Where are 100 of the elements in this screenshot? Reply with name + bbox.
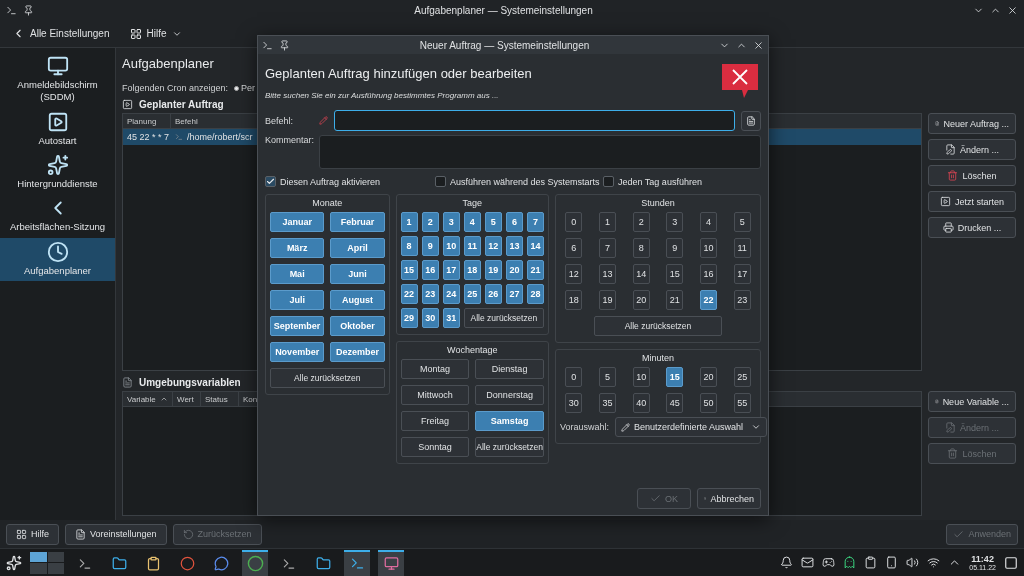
toggle-button[interactable]: 22 [700, 290, 717, 310]
toggle-button[interactable]: 4 [700, 212, 717, 232]
toggle-button[interactable]: 7 [599, 238, 616, 258]
close-icon[interactable] [753, 39, 764, 51]
help-menu-button[interactable]: Hilfe [127, 25, 184, 42]
toggle-button[interactable]: 25 [463, 284, 481, 304]
toggle-button[interactable]: 12 [565, 264, 583, 284]
volume-icon[interactable] [906, 556, 920, 569]
toggle-button[interactable]: Mittwoch [400, 385, 470, 405]
toggle-button[interactable]: 4 [463, 212, 481, 232]
toggle-button[interactable]: 14 [632, 264, 650, 284]
toggle-button[interactable]: 13 [599, 264, 616, 284]
reset-button[interactable]: Alle zurücksetzen [475, 437, 544, 457]
action-button[interactable]: Neue Variable ... [928, 391, 1016, 412]
sidebar-item[interactable]: Anmeldebildschirm (SDDM) [0, 52, 115, 108]
toggle-button[interactable]: 5 [484, 212, 502, 232]
toggle-button[interactable]: 25 [733, 367, 751, 387]
toggle-button[interactable]: 20 [700, 367, 717, 387]
toggle-button[interactable]: Montag [400, 359, 470, 379]
wifi-icon[interactable] [927, 556, 941, 569]
toggle-button[interactable]: Juni [330, 264, 385, 284]
toggle-button[interactable]: 16 [421, 260, 439, 280]
notification-icon[interactable] [780, 556, 794, 569]
toggle-button[interactable]: Donnerstag [475, 385, 544, 405]
column-header[interactable]: Planung [123, 114, 171, 128]
toggle-button[interactable]: Mai [270, 264, 325, 284]
action-button[interactable]: Ändern ... [928, 139, 1016, 160]
toggle-button[interactable]: Dienstag [475, 359, 544, 379]
toggle-button[interactable]: 5 [599, 367, 616, 387]
toggle-button[interactable]: 30 [421, 308, 439, 328]
toggle-button[interactable]: November [270, 342, 325, 362]
toggle-button[interactable]: 55 [733, 393, 751, 413]
toggle-button[interactable]: 9 [666, 238, 684, 258]
toggle-button[interactable]: 26 [484, 284, 502, 304]
toggle-button[interactable]: 50 [700, 393, 717, 413]
ghost-icon[interactable] [843, 556, 857, 569]
toggle-button[interactable]: Juli [270, 290, 325, 310]
reset-button[interactable]: Alle zurücksetzen [463, 308, 544, 328]
terminal-icon[interactable] [344, 549, 370, 576]
toggle-button[interactable]: 8 [400, 236, 418, 256]
checkbox[interactable] [435, 176, 446, 187]
browse-button[interactable] [741, 110, 761, 131]
toggle-button[interactable]: 10 [700, 238, 717, 258]
monitor-icon[interactable] [378, 549, 404, 576]
toggle-button[interactable]: Sonntag [400, 437, 470, 457]
toggle-button[interactable]: 16 [700, 264, 717, 284]
toggle-button[interactable]: 31 [442, 308, 460, 328]
toggle-button[interactable]: 18 [463, 260, 481, 280]
toggle-button[interactable]: 35 [599, 393, 616, 413]
toggle-button[interactable]: 30 [565, 393, 583, 413]
toggle-button[interactable]: 40 [632, 393, 650, 413]
clipboard-icon[interactable] [864, 556, 878, 569]
show-desktop-icon[interactable] [1004, 555, 1018, 570]
phone-icon[interactable] [885, 556, 899, 569]
sidebar-item[interactable]: Arbeitsflächen-Sitzung [0, 194, 115, 238]
clock-time[interactable]: 11:42 [971, 554, 994, 564]
toggle-button[interactable]: 15 [400, 260, 418, 280]
toggle-button[interactable]: 28 [526, 284, 544, 304]
toggle-button[interactable]: 45 [666, 393, 684, 413]
toggle-button[interactable]: 18 [565, 290, 583, 310]
toggle-button[interactable]: Freitag [400, 411, 470, 431]
toggle-button[interactable]: Januar [270, 212, 325, 232]
mail-icon[interactable] [801, 556, 815, 569]
toggle-button[interactable]: 7 [526, 212, 544, 232]
sidebar-item[interactable]: Hintergrunddienste [0, 151, 115, 195]
toggle-button[interactable]: 17 [442, 260, 460, 280]
preset-dropdown[interactable]: Benutzerdefinierte Auswahl [615, 417, 768, 437]
toggle-button[interactable]: 2 [421, 212, 439, 232]
toggle-button[interactable]: Samstag [475, 411, 544, 431]
dialog-button[interactable]: Abbrechen [697, 488, 761, 509]
toggle-button[interactable]: 15 [666, 367, 684, 387]
close-icon[interactable] [1007, 4, 1018, 16]
pin-icon[interactable] [23, 4, 34, 16]
toggle-button[interactable]: 12 [484, 236, 502, 256]
toggle-button[interactable]: 19 [599, 290, 616, 310]
toggle-button[interactable]: 11 [463, 236, 481, 256]
toggle-button[interactable]: 1 [599, 212, 616, 232]
toggle-button[interactable]: 1 [400, 212, 418, 232]
toggle-button[interactable]: 20 [505, 260, 523, 280]
action-button[interactable]: Löschen [928, 165, 1016, 186]
toggle-button[interactable]: April [330, 238, 385, 258]
sidebar-item[interactable]: Autostart [0, 107, 115, 152]
toggle-button[interactable]: 10 [442, 236, 460, 256]
radio-button[interactable] [234, 85, 240, 91]
toggle-button[interactable]: 3 [442, 212, 460, 232]
command-field[interactable] [334, 110, 735, 131]
checkbox[interactable] [603, 176, 614, 187]
browser-icon[interactable] [242, 549, 268, 576]
toggle-button[interactable]: 3 [666, 212, 684, 232]
toggle-button[interactable]: 21 [666, 290, 684, 310]
toggle-button[interactable]: 23 [421, 284, 439, 304]
toggle-button[interactable]: 15 [666, 264, 684, 284]
toggle-button[interactable]: Februar [330, 212, 385, 232]
comment-field[interactable] [319, 135, 761, 169]
toggle-button[interactable]: 0 [565, 367, 583, 387]
toggle-button[interactable]: 8 [632, 238, 650, 258]
toggle-button[interactable]: Dezember [330, 342, 385, 362]
column-header[interactable]: Wert [173, 392, 201, 406]
footer-button[interactable]: Hilfe [6, 523, 59, 545]
toggle-button[interactable]: 19 [484, 260, 502, 280]
